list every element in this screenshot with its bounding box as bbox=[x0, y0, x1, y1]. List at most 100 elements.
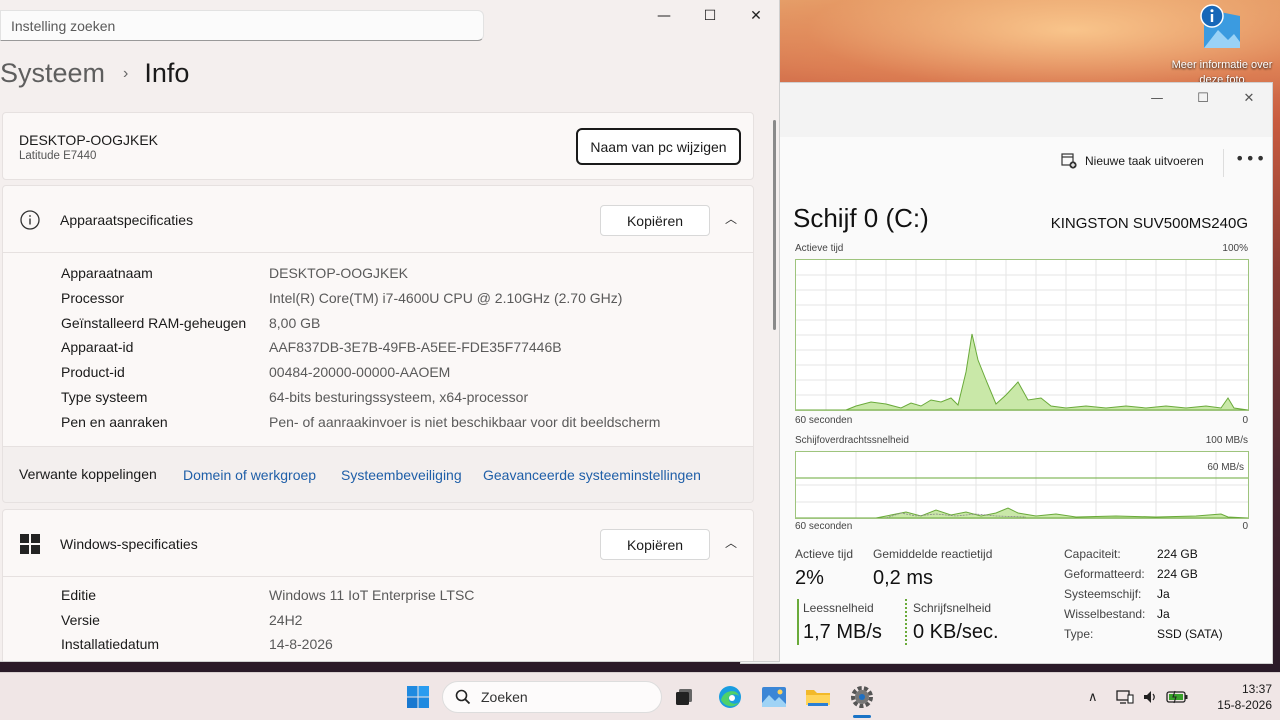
minimize-icon: — bbox=[657, 8, 671, 24]
rename-pc-button[interactable]: Naam van pc wijzigen bbox=[576, 128, 741, 165]
volume-icon[interactable] bbox=[1142, 689, 1158, 705]
link-advanced-settings[interactable]: Geavanceerde systeeminstellingen bbox=[483, 467, 701, 483]
tm-minimize-button[interactable]: — bbox=[1134, 83, 1180, 113]
spec-key: Geïnstalleerd RAM-geheugen bbox=[61, 314, 247, 331]
spec-row: Type systeem 64-bits besturingssysteem, … bbox=[61, 389, 741, 413]
tm-maximize-button[interactable]: ☐ bbox=[1180, 83, 1226, 113]
link-domain-workgroup[interactable]: Domein of werkgroep bbox=[183, 467, 316, 483]
settings-search-input[interactable]: Instelling zoeken bbox=[0, 10, 484, 41]
graph2-xlabel: 60 seconden bbox=[795, 521, 853, 532]
transfer-rate-graph bbox=[795, 451, 1249, 519]
pc-model: Latitude E7440 bbox=[19, 150, 97, 162]
spec-key: Installatiedatum bbox=[61, 636, 160, 653]
edge-app-button[interactable] bbox=[714, 681, 746, 713]
network-icon[interactable] bbox=[1115, 689, 1134, 705]
disk-model: KINGSTON SUV500MS240G bbox=[1050, 215, 1248, 232]
spec-row: Installatiedatum 14-8-2026 bbox=[61, 636, 741, 660]
maximize-icon: ☐ bbox=[1197, 90, 1209, 106]
graph2-max: 100 MB/s bbox=[1205, 435, 1248, 446]
disk-title: Schijf 0 (C:) bbox=[793, 203, 929, 233]
chevron-up-icon: ︿ bbox=[724, 535, 737, 550]
spotlight-icon bbox=[1198, 4, 1242, 48]
spec-value: Windows 11 IoT Enterprise LTSC bbox=[269, 587, 475, 603]
photos-app-button[interactable] bbox=[758, 681, 790, 713]
clock-time: 13:37 bbox=[1241, 682, 1272, 696]
taskbar-search-box[interactable]: Zoeken bbox=[442, 681, 662, 713]
copy-windows-specs-button[interactable]: Kopiëren bbox=[600, 529, 710, 560]
spec-row: Apparaat-id AAF837DB-3E7B-49FB-A5EE-FDE3… bbox=[61, 339, 741, 363]
read-speed-value: 1,7 MB/s bbox=[803, 621, 882, 643]
spec-value: 00484-20000-00000-AAOEM bbox=[269, 364, 451, 381]
photos-icon bbox=[762, 687, 786, 707]
active-time-value: 2% bbox=[795, 567, 824, 589]
spec-value: 64-bits besturingssysteem, x64-processor bbox=[269, 389, 529, 405]
spec-row: Processor Intel(R) Core(TM) i7-4600U CPU… bbox=[61, 290, 741, 314]
prop-value: SSD (SATA) bbox=[1157, 627, 1223, 641]
response-time-label: Gemiddelde reactietijd bbox=[873, 547, 993, 561]
collapse-device-specs-button[interactable]: ︿ bbox=[721, 208, 741, 228]
active-time-graph bbox=[795, 259, 1249, 411]
settings-window: Instelling zoeken — ☐ ✕ Systeem › Info D… bbox=[0, 0, 780, 662]
more-options-button[interactable]: ••• bbox=[1235, 149, 1266, 168]
maximize-icon: ☐ bbox=[703, 8, 717, 24]
spec-value: 24H2 bbox=[269, 611, 303, 628]
folder-icon bbox=[806, 690, 830, 706]
spec-row: Geïnstalleerd RAM-geheugen 8,00 GB bbox=[61, 315, 741, 339]
edge-icon bbox=[719, 686, 741, 708]
spec-key: Apparaatnaam bbox=[61, 265, 153, 281]
graph1-xlabel: 60 seconden bbox=[795, 415, 853, 426]
scrollbar[interactable] bbox=[773, 120, 776, 330]
write-indicator bbox=[905, 599, 907, 645]
battery-icon[interactable] bbox=[1165, 690, 1188, 704]
windows-specs-header[interactable]: Windows-specificaties Kopiëren ︿ bbox=[2, 509, 754, 577]
breadcrumb-parent[interactable]: Systeem bbox=[0, 58, 105, 89]
taskbar-search-label: Zoeken bbox=[481, 689, 528, 705]
file-explorer-button[interactable] bbox=[802, 681, 834, 713]
prop-key: Capaciteit: bbox=[1064, 547, 1121, 561]
collapse-windows-specs-button[interactable]: ︿ bbox=[721, 532, 741, 552]
chevron-right-icon: › bbox=[123, 64, 129, 82]
search-icon bbox=[455, 689, 471, 705]
tm-close-button[interactable]: ✕ bbox=[1226, 83, 1272, 113]
task-manager-window: — ☐ ✕ Nieuwe taak uitvoeren ••• Schijf 0… bbox=[740, 82, 1273, 664]
gear-icon bbox=[851, 686, 873, 708]
spec-value: 8,00 GB bbox=[269, 314, 321, 331]
windows-start-icon bbox=[407, 686, 429, 708]
chevron-up-icon[interactable]: ∧ bbox=[1088, 690, 1098, 705]
prop-value: Ja bbox=[1157, 607, 1170, 621]
graph2-label: Schijfoverdrachtssnelheid bbox=[795, 435, 909, 446]
spec-row: Apparaatnaam DESKTOP-OOGJKEK bbox=[61, 265, 741, 289]
more-icon: ••• bbox=[1235, 149, 1267, 168]
spec-value: DESKTOP-OOGJKEK bbox=[269, 265, 408, 281]
close-icon: ✕ bbox=[1243, 90, 1255, 106]
maximize-button[interactable]: ☐ bbox=[687, 0, 733, 32]
windows-specs-body: Editie Windows 11 IoT Enterprise LTSC Ve… bbox=[2, 577, 754, 661]
breadcrumb: Systeem › Info bbox=[0, 58, 189, 89]
prop-value: 224 GB bbox=[1157, 567, 1198, 581]
spec-key: Versie bbox=[61, 611, 100, 628]
spec-key: Processor bbox=[61, 289, 125, 306]
device-specs-header[interactable]: Apparaatspecificaties Kopiëren ︿ bbox=[2, 185, 754, 253]
start-button[interactable] bbox=[402, 681, 434, 713]
copy-device-specs-button[interactable]: Kopiëren bbox=[600, 205, 710, 236]
clock-date: 15-8-2026 bbox=[1217, 698, 1272, 712]
tm-titlebar: — ☐ ✕ bbox=[741, 83, 1272, 119]
link-system-protection[interactable]: Systeembeveiliging bbox=[341, 467, 462, 483]
new-task-button[interactable]: Nieuwe taak uitvoeren bbox=[1061, 153, 1204, 169]
prop-value: Ja bbox=[1157, 587, 1170, 601]
desktop-icon-spotlight[interactable]: Meer informatie over deze foto bbox=[1172, 4, 1272, 86]
task-view-button[interactable] bbox=[668, 681, 700, 713]
toolbar-separator bbox=[1223, 149, 1224, 177]
close-button[interactable]: ✕ bbox=[733, 0, 779, 32]
info-icon bbox=[19, 209, 41, 231]
spec-row: Pen en aanraken Pen- of aanraakinvoer is… bbox=[61, 414, 741, 438]
response-time-value: 0,2 ms bbox=[873, 567, 934, 589]
prop-value: 224 GB bbox=[1157, 547, 1198, 561]
minimize-button[interactable]: — bbox=[641, 0, 687, 32]
read-indicator bbox=[797, 599, 799, 645]
spec-key: Editie bbox=[61, 587, 97, 603]
settings-app-button[interactable] bbox=[846, 681, 878, 713]
spec-row: Versie 24H2 bbox=[61, 612, 741, 636]
taskbar-clock[interactable]: 13:37 15-8-2026 bbox=[1196, 681, 1272, 713]
spec-key: Type systeem bbox=[61, 389, 148, 405]
